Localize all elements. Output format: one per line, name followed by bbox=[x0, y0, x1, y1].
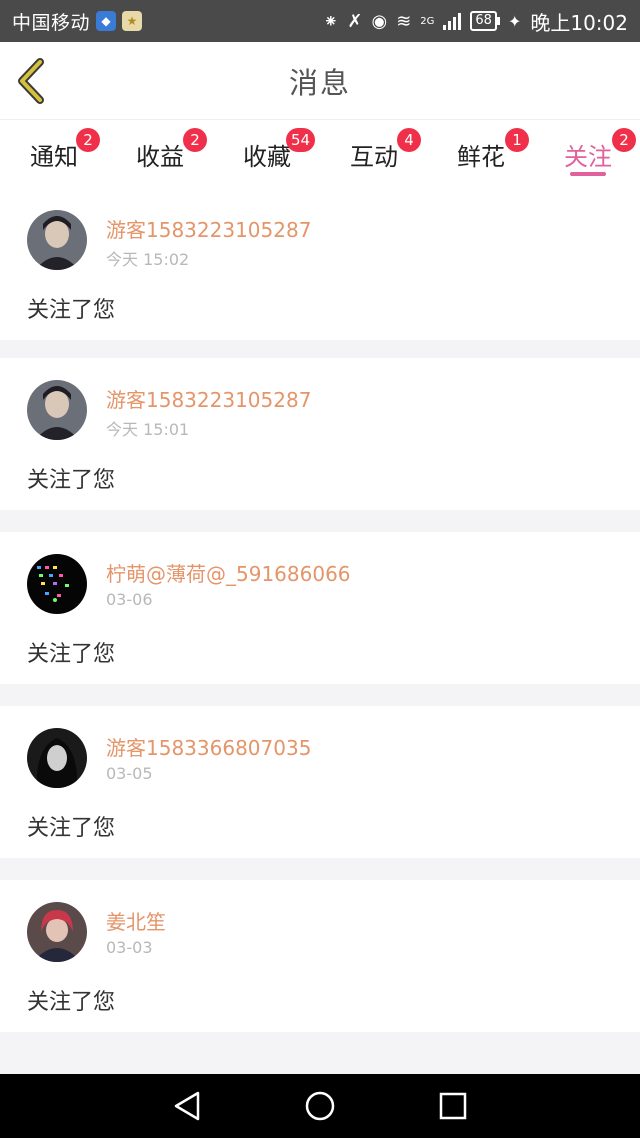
star-icon: ★ bbox=[122, 11, 143, 31]
list-item[interactable]: 柠萌@薄荷@_591686066 03-06 关注了您 bbox=[0, 532, 640, 684]
signal-icon bbox=[443, 12, 462, 30]
list-item[interactable]: 游客1583366807035 03-05 关注了您 bbox=[0, 706, 640, 858]
message-text: 关注了您 bbox=[27, 816, 116, 841]
list-item[interactable]: 姜北笙 03-03 关注了您 bbox=[0, 880, 640, 1032]
avatar[interactable] bbox=[27, 902, 87, 962]
message-time: 今天 15:01 bbox=[106, 420, 190, 439]
nav-back-button[interactable] bbox=[165, 1084, 209, 1128]
unread-badge: 2 bbox=[612, 128, 636, 152]
status-right: ⁕ ✗ ◉ ≋ 2G 68 ✦ 晚上10:02 bbox=[323, 7, 628, 36]
message-text: 关注了您 bbox=[27, 468, 116, 493]
message-time: 03-03 bbox=[106, 938, 153, 957]
message-time: 今天 15:02 bbox=[106, 250, 190, 269]
tab-label: 通知 bbox=[30, 142, 78, 171]
tab-label: 收益 bbox=[136, 142, 184, 171]
username-link[interactable]: 游客1583223105287 bbox=[106, 214, 311, 243]
nav-recents-button[interactable] bbox=[431, 1084, 475, 1128]
unread-badge: 2 bbox=[76, 128, 100, 152]
mute-icon: ✗ bbox=[347, 10, 363, 32]
page-title: 消息 bbox=[288, 65, 351, 100]
battery-indicator: 68 bbox=[470, 11, 500, 31]
message-time: 03-05 bbox=[106, 764, 153, 783]
nav-home-button[interactable] bbox=[298, 1084, 342, 1128]
status-left: 中国移动 ◆ ★ bbox=[12, 8, 143, 35]
tab-label: 互动 bbox=[350, 142, 398, 171]
chevron-left-icon bbox=[18, 58, 44, 104]
message-text: 关注了您 bbox=[27, 298, 116, 323]
home-circle-icon bbox=[305, 1091, 335, 1121]
active-tab-indicator bbox=[570, 172, 606, 176]
bluetooth-icon: ⁕ bbox=[323, 10, 339, 32]
wifi-icon: ≋ bbox=[396, 10, 412, 32]
tab-label: 鲜花 bbox=[457, 142, 505, 171]
network-type: 2G bbox=[420, 15, 435, 27]
eye-icon: ◉ bbox=[371, 10, 388, 32]
username-link[interactable]: 游客1583366807035 bbox=[106, 732, 311, 761]
message-tabs: 通知 2 收益 2 收藏 54 互动 4 鲜花 1 关注 2 bbox=[0, 120, 640, 188]
tab-label: 收藏 bbox=[243, 142, 291, 171]
list-item[interactable]: 游客1583223105287 今天 15:02 关注了您 bbox=[0, 188, 640, 340]
leaf-icon: ✦ bbox=[507, 11, 522, 31]
tab-label: 关注 bbox=[564, 142, 612, 171]
message-time: 03-06 bbox=[106, 590, 153, 609]
message-text: 关注了您 bbox=[27, 990, 116, 1015]
clock: 晚上10:02 bbox=[530, 10, 628, 35]
avatar[interactable] bbox=[27, 554, 87, 614]
list-item[interactable]: 游客1583223105287 今天 15:01 关注了您 bbox=[0, 358, 640, 510]
shield-icon: ◆ bbox=[96, 11, 117, 31]
unread-badge: 1 bbox=[505, 128, 529, 152]
carrier-name: 中国移动 bbox=[12, 11, 91, 34]
back-button[interactable] bbox=[14, 58, 54, 104]
username-link[interactable]: 柠萌@薄荷@_591686066 bbox=[106, 558, 351, 587]
avatar[interactable] bbox=[27, 210, 87, 270]
unread-badge: 2 bbox=[183, 128, 207, 152]
status-bar: 中国移动 ◆ ★ ⁕ ✗ ◉ ≋ 2G 68 ✦ 晚上10:02 bbox=[0, 0, 640, 42]
avatar[interactable] bbox=[27, 728, 87, 788]
avatar[interactable] bbox=[27, 380, 87, 440]
system-nav-bar bbox=[0, 1074, 640, 1138]
username-link[interactable]: 游客1583223105287 bbox=[106, 384, 311, 413]
page-header: 消息 bbox=[0, 42, 640, 120]
username-link[interactable]: 姜北笙 bbox=[106, 906, 166, 935]
unread-badge: 54 bbox=[286, 128, 316, 152]
recents-square-icon bbox=[440, 1092, 467, 1120]
message-text: 关注了您 bbox=[27, 642, 116, 667]
unread-badge: 4 bbox=[397, 128, 421, 152]
back-triangle-icon bbox=[174, 1091, 199, 1121]
